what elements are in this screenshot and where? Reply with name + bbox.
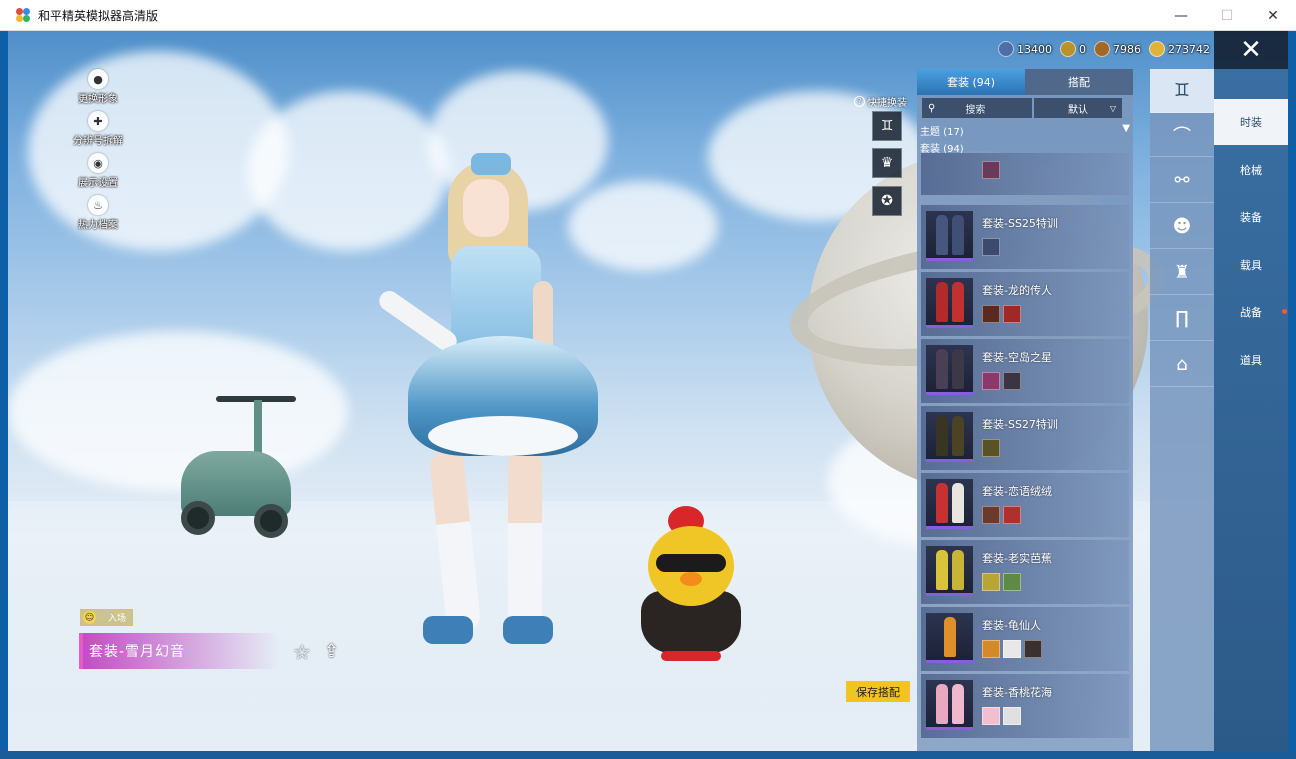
app-window: 和平精英模拟器高清版 — ☐ ✕ ● 更换形象 ✚ 分辨号拆解 ◉ 展示设置 ♨… — [0, 0, 1296, 759]
theme-filter[interactable]: 主题 (17) ▼ — [920, 123, 1130, 138]
list-item[interactable]: 套装-恋语绒绒 — [921, 473, 1129, 537]
tab-weapons[interactable]: 枪械 — [1214, 147, 1288, 193]
emblem-icon: ✪ — [881, 193, 893, 209]
tab-equipment[interactable]: 装备 — [1214, 194, 1288, 240]
list-item[interactable]: 套装-龟仙人 — [921, 607, 1129, 671]
outfit-thumbnail — [926, 278, 973, 328]
tab-combos[interactable]: 搭配 — [1025, 69, 1133, 95]
list-item[interactable] — [921, 153, 1129, 195]
close-game-button[interactable]: ✕ — [1214, 31, 1288, 69]
minimize-button[interactable]: — — [1158, 0, 1204, 31]
outfit-item-name: 套装-SS25特训 — [982, 217, 1058, 230]
search-row: ⚲ 搜索 默认 ▽ — [922, 98, 1124, 118]
pet-chick — [636, 506, 746, 666]
quick-outfit-slot-1[interactable]: ♊ — [872, 111, 902, 141]
avatar-icon: ● — [88, 69, 108, 89]
quick-outfit-slot-3[interactable]: ✪ — [872, 186, 902, 216]
quick-outfit-slot-2[interactable]: ♛ — [872, 148, 902, 178]
maximize-button[interactable]: ☐ — [1204, 0, 1250, 31]
outfit-thumbnail — [926, 680, 973, 730]
outfit-thumbnail — [926, 613, 973, 663]
smiley-icon: ☺ — [83, 611, 96, 624]
outfit-item-name: 套装-SS27特训 — [982, 418, 1058, 431]
close-window-button[interactable]: ✕ — [1250, 0, 1296, 31]
window-title: 和平精英模拟器高清版 — [38, 8, 159, 23]
dropdown-arrow-icon: ▼ — [1122, 123, 1130, 134]
outfit-icon[interactable]: ♊ — [1150, 69, 1214, 113]
outfit-thumbnail — [926, 479, 973, 529]
outfit-thumbnail — [926, 345, 973, 395]
outfit-thumbnail — [926, 211, 973, 261]
list-item[interactable]: 套装-龙的传人 — [921, 272, 1129, 336]
mask-icon[interactable]: ☻ — [1150, 205, 1214, 249]
glasses-icon[interactable]: ⚯ — [1150, 159, 1214, 203]
save-outfit-button[interactable]: 保存搭配 — [846, 681, 910, 702]
hat-icon[interactable]: ⌒ — [1150, 113, 1214, 157]
outfit-item-name: 套装-香桃花海 — [982, 686, 1052, 699]
list-item[interactable]: 套装-SS25特训 — [921, 205, 1129, 269]
eye-icon: ◉ — [88, 153, 108, 173]
current-outfit-name: 套装-雪月幻音 — [79, 633, 279, 669]
outfit-panel: 套装 (94) 搭配 ⚲ 搜索 默认 ▽ 主题 (17) ▼ 套装 (94) 套… — [917, 69, 1133, 751]
title-bar: 和平精英模拟器高清版 — ☐ ✕ — [0, 0, 1296, 31]
coin-blue-icon — [998, 41, 1014, 57]
currency-item[interactable]: 0 — [1060, 41, 1086, 57]
entry-badge[interactable]: ☺ 入场 — [80, 609, 133, 626]
cloud — [28, 51, 288, 251]
tab-battle-prep[interactable]: 战备 — [1214, 289, 1288, 335]
coin-gold-icon — [1149, 41, 1165, 57]
display-settings-button[interactable]: ◉ 展示设置 — [68, 153, 128, 195]
currency-item[interactable]: 13400 — [998, 41, 1052, 57]
currency-bar: 13400 0 7986 273742 — [998, 39, 1218, 59]
outfit-figure-icon: ♊ — [880, 118, 894, 134]
sort-select[interactable]: 默认 ▽ — [1034, 98, 1122, 118]
outfit-item-name: 套装-老实芭蕉 — [982, 552, 1052, 565]
share-button[interactable]: ⇪ — [324, 641, 346, 663]
flame-icon: ♨ — [88, 195, 108, 215]
help-icon: ? — [854, 96, 865, 107]
currency-item[interactable]: 273742 — [1149, 41, 1210, 57]
outfit-item-name: 套装-空岛之星 — [982, 351, 1052, 364]
split-account-button[interactable]: ✚ 分辨号拆解 — [68, 111, 128, 153]
list-item[interactable]: 套装-香桃花海 — [921, 674, 1129, 738]
list-item[interactable]: 套装-老实芭蕉 — [921, 540, 1129, 604]
panel-tabs: 套装 (94) 搭配 — [917, 69, 1133, 95]
coin-gold-ring-icon — [1060, 41, 1076, 57]
heat-profile-button[interactable]: ♨ 热力档案 — [68, 195, 128, 237]
currency-item[interactable]: 7986 — [1094, 41, 1141, 57]
tab-items[interactable]: 道具 — [1214, 337, 1288, 383]
outfit-list[interactable]: 套装-SS25特训 套装-龙的传人 套装-空岛之星 套装-SS27特训 套装-恋… — [921, 153, 1129, 751]
outfit-thumbnail — [926, 412, 973, 462]
puzzle-icon: ✚ — [88, 111, 108, 131]
tab-fashion[interactable]: 时装 — [1214, 99, 1288, 145]
coin-bronze-icon — [1094, 41, 1110, 57]
scooter-vehicle — [176, 396, 296, 546]
shoes-icon[interactable]: ⌂ — [1150, 343, 1214, 387]
outfit-item-name: 套装-龙的传人 — [982, 284, 1052, 297]
search-icon: ⚲ — [928, 102, 936, 114]
favorite-star-button[interactable]: ☆ — [293, 641, 315, 663]
list-item[interactable]: 套装-空岛之星 — [921, 339, 1129, 403]
quick-change-label[interactable]: ? 快捷换装 — [854, 94, 907, 109]
outfit-thumbnail — [926, 546, 973, 596]
outfit-item-name: 套装-恋语绒绒 — [982, 485, 1052, 498]
pants-icon[interactable]: ∏ — [1150, 297, 1214, 341]
top-icon[interactable]: ♜ — [1150, 251, 1214, 295]
tab-suits[interactable]: 套装 (94) — [917, 69, 1025, 95]
outfit-item-name: 套装-龟仙人 — [982, 619, 1041, 632]
player-character[interactable] — [353, 153, 613, 651]
category-column: ♊ ⌒ ⚯ ☻ ♜ ∏ ⌂ — [1150, 69, 1214, 751]
desktop-strip — [0, 751, 1296, 759]
list-item[interactable]: 套装-SS27特训 — [921, 406, 1129, 470]
chevron-down-icon: ▽ — [1109, 103, 1116, 113]
notification-dot — [1282, 309, 1287, 314]
left-menu: ● 更换形象 ✚ 分辨号拆解 ◉ 展示设置 ♨ 热力档案 — [68, 69, 128, 237]
game-viewport[interactable]: ● 更换形象 ✚ 分辨号拆解 ◉ 展示设置 ♨ 热力档案 13400 0 798… — [8, 31, 1288, 751]
main-category-tabs: 时装 枪械 装备 载具 战备 道具 — [1214, 69, 1288, 751]
tab-vehicles[interactable]: 载具 — [1214, 242, 1288, 288]
change-avatar-button[interactable]: ● 更换形象 — [68, 69, 128, 111]
search-input[interactable]: ⚲ 搜索 — [922, 98, 1032, 118]
app-logo-icon — [16, 8, 30, 22]
character-icon: ♛ — [880, 155, 894, 171]
